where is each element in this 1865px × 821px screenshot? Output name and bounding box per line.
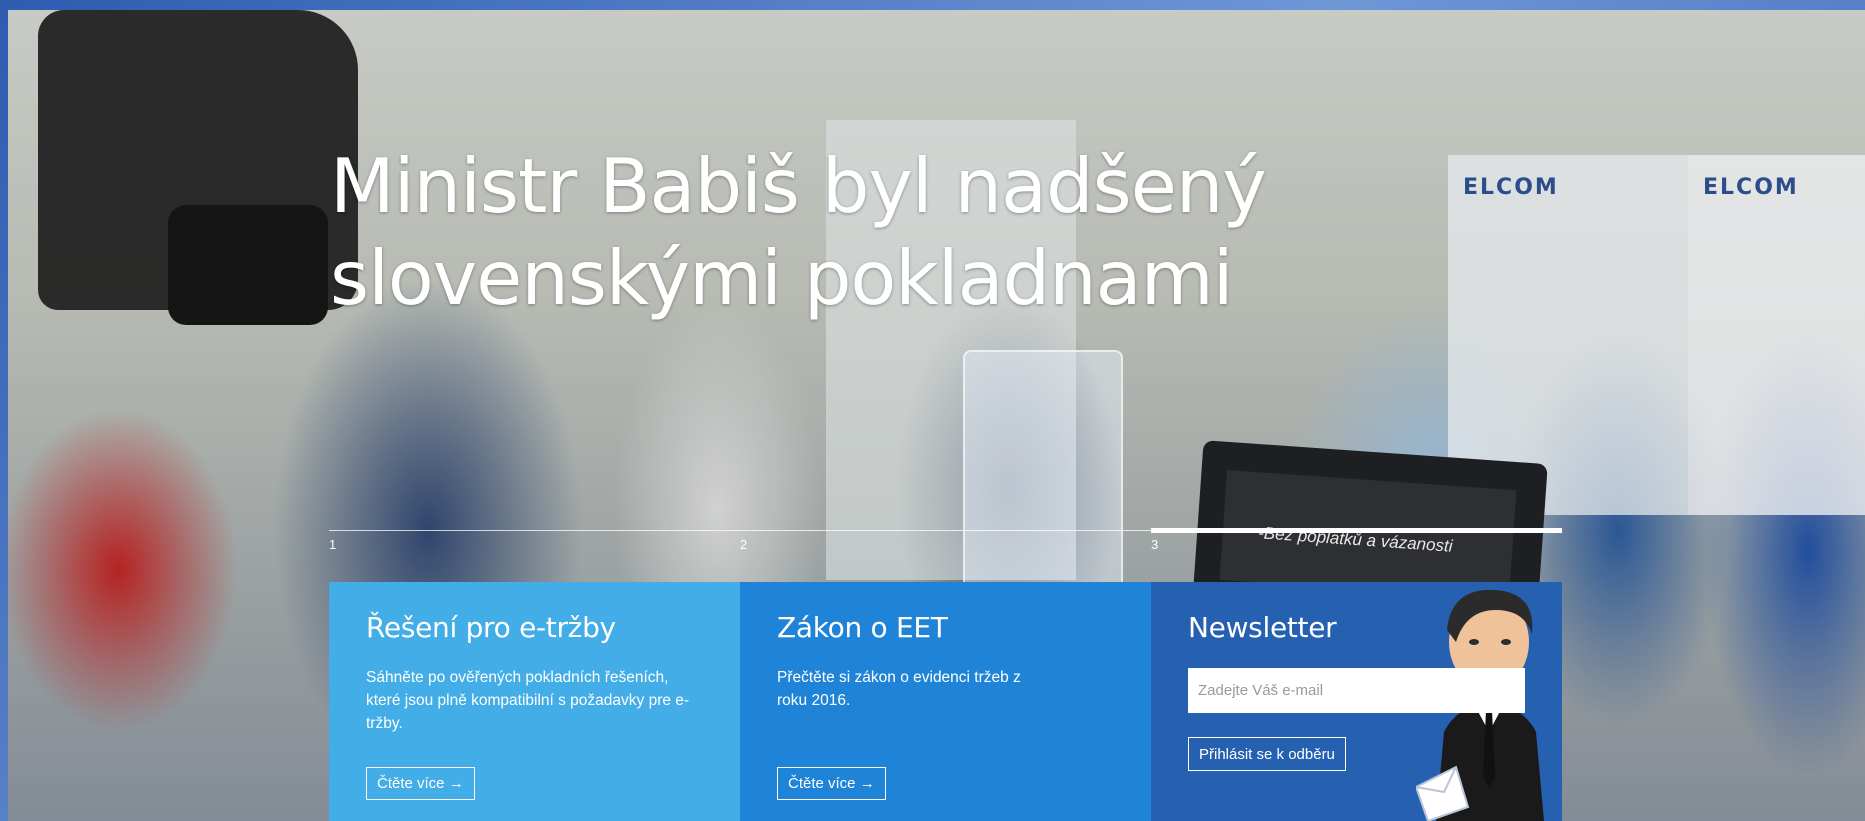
solutions-title: Řešení pro e-tržby [366,611,616,644]
acrylic-stand-shape [963,350,1123,600]
slide-tab-3[interactable]: 3 [1151,528,1562,560]
photo-brand-text: ELCOM [1703,175,1799,200]
slide-tab-number: 2 [740,537,748,552]
slide-tab-number: 1 [329,537,337,552]
law-text: Přečtěte si zákon o evidenci tržeb z rok… [777,669,1021,709]
background-banner [1688,155,1865,515]
hero-title: Ministr Babiš byl nadšený slovenskými po… [330,142,1267,322]
slide-tab-2[interactable]: 2 [740,530,1151,560]
slider-navigation: 1 2 3 [329,528,1562,560]
slide-tab-1[interactable]: 1 [329,530,740,560]
solutions-panel: Řešení pro e-tržby Sáhněte po ověřených … [329,582,740,821]
law-title: Zákon o EET [777,611,948,644]
camera-lens-shape [168,205,328,325]
law-panel: Zákon o EET Přečtěte si zákon o evidenci… [740,582,1151,821]
solutions-text: Sáhněte po ověřených pokladních řešeních… [366,669,690,732]
slide-tab-line [329,530,740,531]
newsletter-panel: Newsletter Přihlásit se k odběru [1151,582,1562,821]
subscribe-button[interactable]: Přihlásit se k odběru [1188,737,1346,771]
slide-tab-number: 3 [1151,537,1159,552]
solutions-read-more-button[interactable]: Čtěte více → [366,767,475,800]
feature-panels: Řešení pro e-tržby Sáhněte po ověřených … [329,582,1562,821]
slide-tab-line [1151,528,1562,533]
photo-brand-text: ELCOM [1463,175,1559,200]
email-field[interactable] [1188,668,1525,713]
law-read-more-button[interactable]: Čtěte více → [777,767,886,800]
slide-tab-line [740,530,1151,531]
